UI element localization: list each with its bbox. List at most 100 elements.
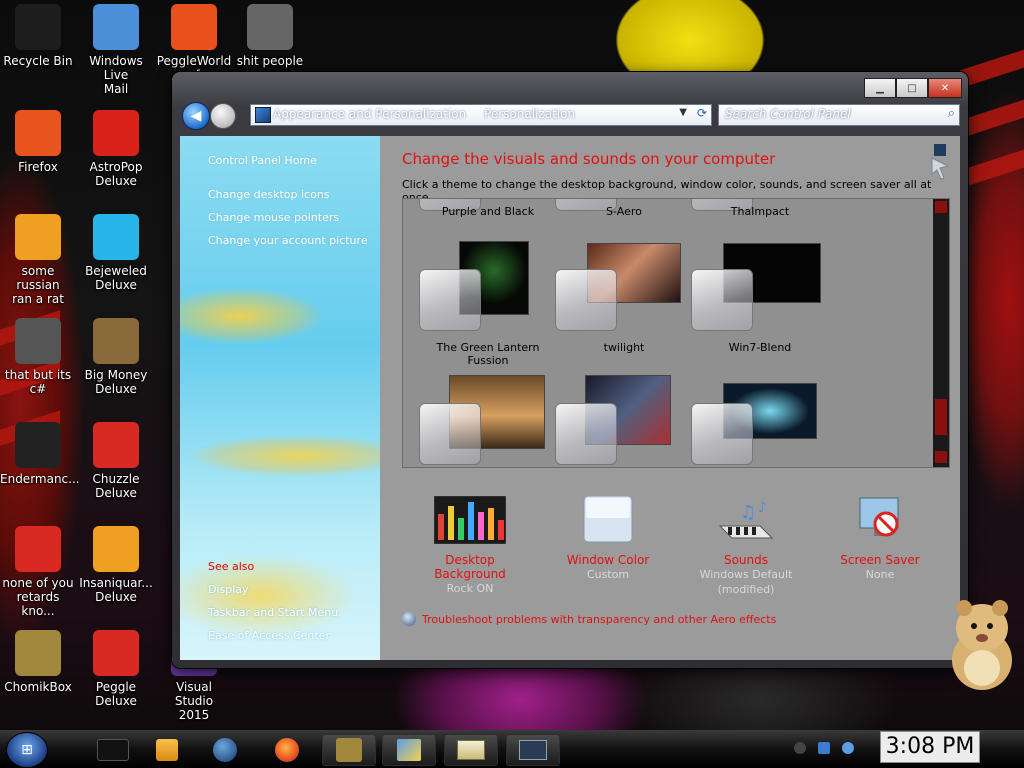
- breadcrumb-item[interactable]: Appearance and Personalization: [273, 107, 466, 121]
- desktop-icon[interactable]: Windows Live Mail: [78, 4, 154, 96]
- red-creature-icon: [15, 526, 61, 572]
- desktop-icon-label: Windows Live Mail: [89, 54, 143, 96]
- peggle-icon: [171, 4, 217, 50]
- taskbar-item-control-panel[interactable]: [382, 734, 436, 766]
- sounds-option[interactable]: ♫ ♪ Sounds Windows Default (modified): [686, 496, 806, 597]
- network-icon[interactable]: [818, 742, 830, 754]
- change-desktop-icons-link[interactable]: Change desktop icons: [208, 188, 330, 201]
- theme-item[interactable]: Win7-Blend: [691, 241, 825, 381]
- address-bar[interactable]: Appearance and Personalization Personali…: [250, 104, 712, 126]
- taskbar-item-chomikbox[interactable]: [322, 734, 376, 766]
- desktop-icon[interactable]: PeggleWorld of: [156, 4, 232, 82]
- breadcrumb-item[interactable]: Personalization: [484, 107, 575, 121]
- chuzzle-icon: [93, 422, 139, 468]
- desktop-icon[interactable]: some russian ran a rat: [0, 214, 76, 306]
- theme-item[interactable]: twilight: [555, 241, 689, 381]
- option-value: Custom: [586, 568, 630, 581]
- desktop-icon[interactable]: Insaniquar... Deluxe: [78, 526, 154, 604]
- desktop-icon[interactable]: Big Money Deluxe: [78, 318, 154, 396]
- desktop-icon-label: AstroPop Deluxe: [89, 160, 143, 188]
- change-mouse-pointers-link[interactable]: Change mouse pointers: [208, 211, 339, 224]
- scroll-thumb[interactable]: [935, 399, 947, 435]
- page-title: Change the visuals and sounds on your co…: [402, 150, 776, 168]
- maximize-button[interactable]: □: [896, 78, 928, 98]
- clock[interactable]: 3:08 PM: [880, 731, 980, 763]
- cursor-icon: [931, 144, 950, 180]
- taskbar-start-menu-link[interactable]: Taskbar and Start Menu: [208, 606, 338, 619]
- minimize-button[interactable]: ▁: [864, 78, 896, 98]
- main-pane: Change the visuals and sounds on your co…: [380, 136, 960, 660]
- theme-name: S-Aero: [606, 205, 642, 218]
- desktop-icon[interactable]: Chuzzle Deluxe: [78, 422, 154, 500]
- taskbar-pinned-item[interactable]: [86, 734, 140, 766]
- ease-of-access-link[interactable]: Ease of Access Center: [208, 629, 330, 642]
- desktop-icon[interactable]: Recycle Bin: [0, 4, 76, 68]
- hamster-gadget-icon: [952, 600, 1012, 690]
- theme-item[interactable]: [419, 375, 553, 467]
- gem-icon: [93, 214, 139, 260]
- window-icon: [519, 740, 547, 760]
- sounds-icon: ♫ ♪: [718, 500, 774, 539]
- window-color-swatch: [691, 269, 753, 331]
- breadcrumb: Appearance and Personalization Personali…: [273, 107, 589, 121]
- search-input[interactable]: Search Control Panel ⌕: [718, 104, 960, 126]
- tray-arrow-icon[interactable]: [794, 742, 806, 754]
- window-color-swatch: [555, 403, 617, 465]
- mail-icon: [93, 4, 139, 50]
- desktop-background-option[interactable]: Desktop Background Rock ON: [410, 495, 530, 596]
- scroll-up-arrow[interactable]: [935, 201, 947, 213]
- theme-name: twilight: [603, 341, 645, 354]
- screen-saver-option[interactable]: Screen Saver None: [820, 496, 940, 582]
- scroll-down-arrow[interactable]: [935, 451, 947, 463]
- desktop-icon[interactable]: Endermanc...: [0, 422, 80, 486]
- wallpaper-stripe: [960, 149, 1024, 189]
- taskbar-pinned-item[interactable]: [260, 734, 314, 766]
- desktop-icon[interactable]: none of you retards kno...: [0, 526, 76, 618]
- window-color-swatch: [691, 403, 753, 465]
- refresh-icon[interactable]: ⟳: [697, 106, 707, 120]
- window-color-option[interactable]: Window Color Custom: [548, 495, 668, 582]
- see-also-heading: See also: [208, 560, 255, 573]
- peggle-icon: [93, 630, 139, 676]
- desktop-icon-label: Endermanc...: [0, 472, 80, 486]
- chevron-down-icon[interactable]: ▼: [679, 107, 687, 118]
- option-value: None: [865, 568, 895, 581]
- desktop-icon-label: that but its c#: [4, 368, 72, 396]
- desktop-icon-label: Bejeweled Deluxe: [85, 264, 147, 292]
- troubleshoot-link[interactable]: Troubleshoot problems with transparency …: [402, 612, 776, 626]
- option-value: Rock ON: [446, 582, 494, 595]
- theme-name: Purple and Black: [441, 205, 535, 218]
- desktop-icon[interactable]: that but its c#: [0, 318, 76, 396]
- option-label: Desktop Background: [434, 553, 506, 581]
- desktop-icon[interactable]: ChomikBox: [0, 630, 76, 694]
- change-account-picture-link[interactable]: Change your account picture: [208, 234, 368, 247]
- gallery-scrollbar[interactable]: [933, 199, 949, 467]
- svg-text:♫: ♫: [740, 502, 756, 523]
- theme-item[interactable]: [691, 375, 825, 467]
- taskbar-pinned-item[interactable]: [140, 734, 194, 766]
- start-button[interactable]: ⊞: [6, 732, 48, 768]
- desktop-icon[interactable]: Peggle Deluxe: [78, 630, 154, 708]
- desktop-icon[interactable]: Bejeweled Deluxe: [78, 214, 154, 292]
- taskbar-item-mail[interactable]: [444, 734, 498, 766]
- globe-icon: [213, 738, 237, 762]
- taskbar-item-window[interactable]: [506, 734, 560, 766]
- window-color-icon: [583, 495, 633, 543]
- desktop-icon-label: some russian ran a rat: [12, 264, 64, 306]
- back-button[interactable]: ◀: [182, 102, 210, 130]
- volume-icon[interactable]: [842, 742, 854, 754]
- theme-item[interactable]: The Green Lantern Fussion: [419, 241, 553, 381]
- money-bag-icon: [93, 318, 139, 364]
- desktop-icon[interactable]: shit people: [232, 4, 308, 68]
- search-icon[interactable]: ⌕: [948, 106, 955, 121]
- desktop-icon-label: Big Money Deluxe: [84, 368, 148, 396]
- close-button[interactable]: ✕: [928, 78, 962, 98]
- theme-item[interactable]: [555, 375, 689, 467]
- desktop-icon-label: Firefox: [18, 160, 58, 174]
- desktop-icon[interactable]: AstroPop Deluxe: [78, 110, 154, 188]
- taskbar-pinned-item[interactable]: [198, 734, 252, 766]
- desktop-icon[interactable]: Firefox: [0, 110, 76, 174]
- control-panel-home-link[interactable]: Control Panel Home: [208, 154, 317, 167]
- display-link[interactable]: Display: [208, 583, 249, 596]
- forward-button[interactable]: [210, 103, 236, 129]
